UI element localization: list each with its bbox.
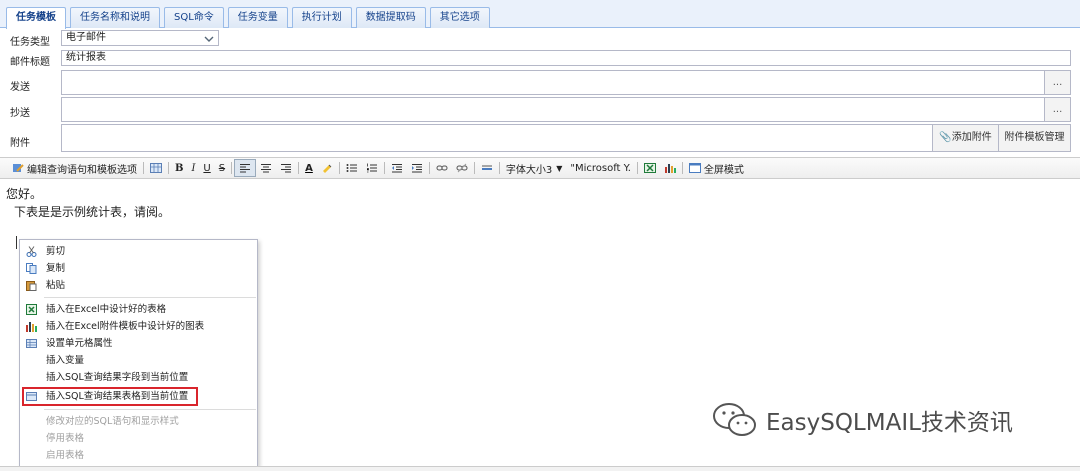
strikethrough-button[interactable]: S xyxy=(215,159,229,177)
attach-label: 附件 xyxy=(10,138,30,149)
chart-button[interactable] xyxy=(660,159,680,177)
menu-item-paste[interactable]: 粘贴 xyxy=(21,277,257,294)
tab-sql-command[interactable]: SQL命令 xyxy=(164,7,224,28)
context-menu: 剪切 复制 粘贴 插入在Excel中设计好的表格 插入在Excel附件模板中设计… xyxy=(19,239,258,467)
body-text: 下表是是示例统计表，请阅。 xyxy=(14,205,171,219)
excel-icon xyxy=(26,304,37,315)
to-input[interactable]: ... xyxy=(61,70,1071,95)
numbered-list-button[interactable] xyxy=(362,159,382,177)
align-right-icon xyxy=(281,164,292,173)
font-family-select[interactable]: "Microsoft Y. xyxy=(566,159,635,177)
indent-button[interactable] xyxy=(407,159,427,177)
underline-button[interactable]: U xyxy=(199,159,214,177)
menu-item-cut[interactable]: 剪切 xyxy=(21,243,257,260)
tab-bar: 任务模板 任务名称和说明 SQL命令 任务变量 执行计划 数据提取码 其它选项 xyxy=(0,0,1080,29)
bullet-list-icon xyxy=(346,164,357,172)
menu-item-copy[interactable]: 复制 xyxy=(21,260,257,277)
edit-query-icon xyxy=(13,164,24,172)
table-icon xyxy=(26,339,37,348)
tab-task-variables[interactable]: 任务变量 xyxy=(227,7,288,28)
align-left-icon xyxy=(240,164,251,173)
paperclip-icon: 📎 xyxy=(939,132,952,143)
menu-item-edit-sql: 修改对应的SQL语句和显示样式 xyxy=(46,416,179,427)
wechat-icon xyxy=(713,403,756,436)
excel-table-button[interactable] xyxy=(640,159,660,177)
menu-item-cell-properties[interactable]: 设置单元格属性 xyxy=(21,335,257,352)
align-right-button[interactable] xyxy=(276,159,296,177)
task-type-select[interactable]: 电子邮件 xyxy=(61,30,219,46)
menu-item-insert-excel-table[interactable]: 插入在Excel中设计好的表格 xyxy=(21,301,257,318)
unlink-icon xyxy=(456,163,468,173)
unlink-button[interactable] xyxy=(452,159,472,177)
status-bar xyxy=(0,466,1080,471)
table-icon xyxy=(150,163,162,173)
chart-icon xyxy=(26,322,37,332)
tab-task-template[interactable]: 任务模板 xyxy=(6,7,66,29)
cc-label: 抄送 xyxy=(10,108,30,119)
horizontal-rule-icon xyxy=(481,165,492,170)
attach-input[interactable]: 📎添加附件 附件模板管理 xyxy=(61,124,1071,152)
tab-other-options[interactable]: 其它选项 xyxy=(429,7,490,28)
menu-item-enable-table: 启用表格 xyxy=(46,450,85,461)
outdent-button[interactable] xyxy=(387,159,407,177)
cc-input[interactable]: ... xyxy=(61,97,1071,122)
table-insert-button[interactable] xyxy=(146,159,166,177)
fullscreen-icon xyxy=(688,163,701,173)
align-center-icon xyxy=(261,164,272,173)
editor-toolbar: 编辑查询语句和模板选项 B I U S A 字体大小3 ▼ "Microsoft … xyxy=(0,157,1080,179)
numbered-list-icon xyxy=(366,163,377,173)
to-browse-button[interactable]: ... xyxy=(1044,71,1070,94)
link-button[interactable] xyxy=(432,159,452,177)
align-center-button[interactable] xyxy=(256,159,276,177)
text-caret xyxy=(16,236,17,249)
menu-item-disable-table: 停用表格 xyxy=(46,433,85,444)
cc-browse-button[interactable]: ... xyxy=(1044,98,1070,121)
subject-input[interactable]: 统计报表 xyxy=(61,50,1071,66)
indent-icon xyxy=(411,164,422,173)
italic-button[interactable]: I xyxy=(187,159,199,177)
to-label: 发送 xyxy=(10,82,30,93)
highlight-box xyxy=(22,387,198,406)
watermark: EasySQLMAIL技术资讯 xyxy=(712,400,1013,440)
attachment-template-button[interactable]: 附件模板管理 xyxy=(998,125,1070,151)
bold-button[interactable]: B xyxy=(171,159,187,177)
fullscreen-button[interactable]: 全屏模式 xyxy=(685,159,748,177)
outdent-icon xyxy=(391,164,402,173)
tab-task-name[interactable]: 任务名称和说明 xyxy=(70,7,160,28)
chevron-down-icon[interactable] xyxy=(204,35,214,43)
paste-icon xyxy=(26,281,37,291)
caret-down-icon: ▼ xyxy=(556,163,563,173)
tab-extract-code[interactable]: 数据提取码 xyxy=(355,7,426,28)
menu-item-insert-sql-field[interactable]: 插入SQL查询结果字段到当前位置 xyxy=(21,369,257,386)
chart-icon xyxy=(664,164,676,173)
copy-icon xyxy=(26,263,37,274)
task-type-value: 电子邮件 xyxy=(66,32,106,43)
excel-icon xyxy=(643,163,656,173)
greeting-text: 您好。 xyxy=(6,187,43,201)
bullet-list-button[interactable] xyxy=(342,159,362,177)
scissors-icon xyxy=(26,246,37,257)
highlighter-icon xyxy=(322,164,332,173)
subject-value: 统计报表 xyxy=(66,52,106,63)
menu-item-insert-excel-chart[interactable]: 插入在Excel附件模板中设计好的图表 xyxy=(21,318,257,335)
tab-schedule[interactable]: 执行计划 xyxy=(291,7,352,28)
add-attachment-button[interactable]: 📎添加附件 xyxy=(932,125,998,151)
menu-item-insert-variable[interactable]: 插入变量 xyxy=(21,352,257,369)
subject-label: 邮件标题 xyxy=(10,57,50,68)
align-left-button[interactable] xyxy=(234,159,257,177)
edit-query-button[interactable]: 编辑查询语句和模板选项 xyxy=(8,159,141,177)
font-size-select[interactable]: 字体大小3 ▼ xyxy=(502,159,567,177)
link-icon xyxy=(436,165,448,171)
highlight-button[interactable] xyxy=(317,159,337,177)
task-type-label: 任务类型 xyxy=(10,37,50,48)
font-color-button[interactable]: A xyxy=(301,159,317,177)
horizontal-rule-button[interactable] xyxy=(477,159,497,177)
